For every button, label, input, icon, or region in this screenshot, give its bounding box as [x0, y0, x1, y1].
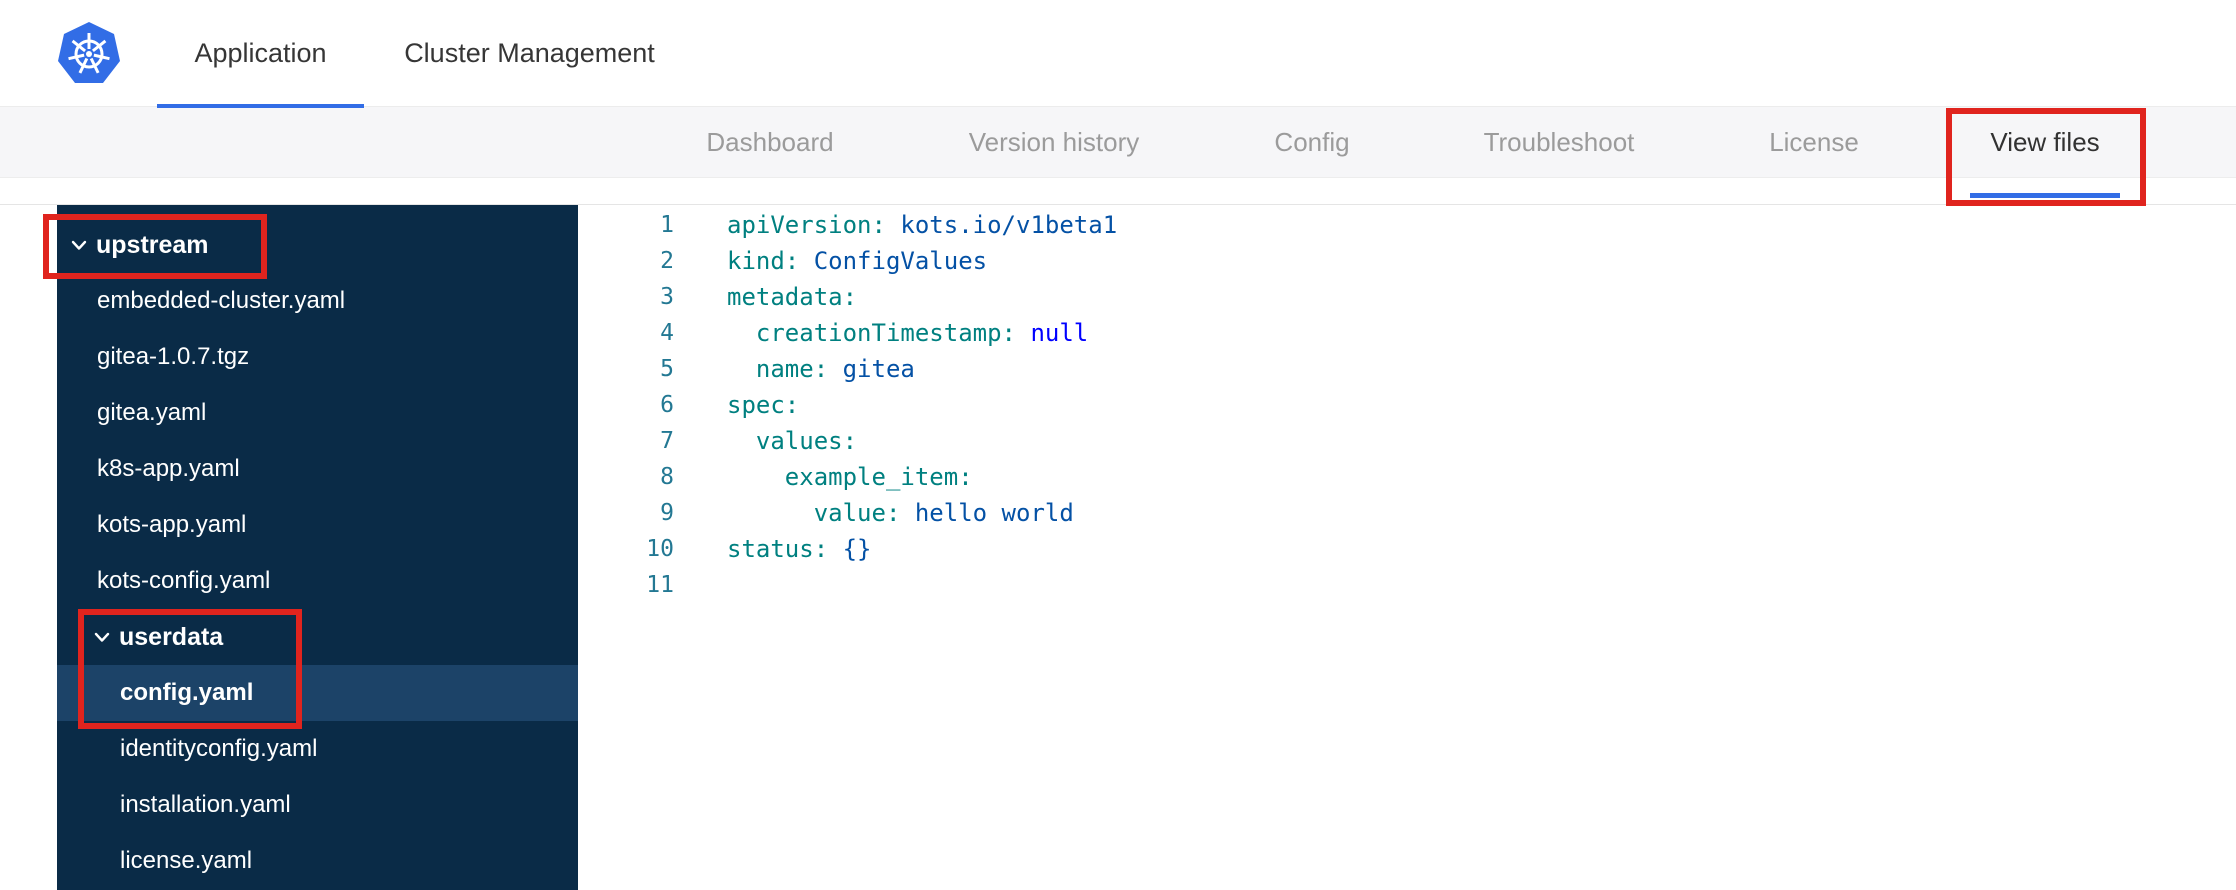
line-number: 2: [660, 248, 674, 274]
code-line: 6 spec:: [578, 387, 2236, 423]
tree-item-label: upstream: [96, 230, 209, 259]
tab-troubleshoot[interactable]: Troubleshoot: [1484, 107, 1635, 178]
file-tree-sidebar: upstream embedded-cluster.yaml gitea-1.0.7…: [57, 205, 578, 890]
tree-file-embedded-cluster.yaml[interactable]: embedded-cluster.yaml: [57, 273, 578, 329]
line-number: 8: [660, 464, 674, 490]
chevron-down-icon: [94, 632, 110, 642]
tree-folder-userdata[interactable]: userdata: [57, 609, 578, 665]
view-files-active-underline: [1970, 193, 2120, 198]
code-text: values:: [755, 427, 858, 455]
tree-item-label: gitea.yaml: [97, 399, 207, 426]
tree-item-label: userdata: [119, 622, 224, 651]
tree-file-config.yaml[interactable]: config.yaml: [57, 665, 578, 721]
code-line: 10 status: {}: [578, 531, 2236, 567]
top-header: Application Cluster Management: [0, 0, 2236, 108]
tree-file-kots-config.yaml[interactable]: kots-config.yaml: [57, 553, 578, 609]
line-number: 11: [646, 572, 674, 598]
tree-item-label: gitea-1.0.7.tgz: [97, 343, 250, 370]
code-line: 3 metadata:: [578, 279, 2236, 315]
code-line: 4 creationTimestamp: null: [578, 315, 2236, 351]
line-number: 9: [660, 500, 674, 526]
code-text: creationTimestamp: null: [755, 319, 1089, 347]
app-subnav: Dashboard Version history Config Trouble…: [0, 107, 2236, 178]
line-number: 1: [660, 212, 674, 238]
tree-item-label: installation.yaml: [120, 791, 291, 818]
line-number: 5: [660, 356, 674, 382]
tab-license[interactable]: License: [1769, 107, 1859, 178]
chevron-down-icon: [71, 240, 87, 250]
file-tree: upstream embedded-cluster.yaml gitea-1.0.7…: [57, 205, 578, 889]
code-text: value: hello world: [813, 499, 1074, 527]
line-number: 10: [646, 536, 674, 562]
code-line: 8 example_item:: [578, 459, 2236, 495]
tree-file-kots-app.yaml[interactable]: kots-app.yaml: [57, 497, 578, 553]
code-text: name: gitea: [755, 355, 915, 383]
code-text: metadata:: [727, 283, 858, 311]
tree-file-k8s-app.yaml[interactable]: k8s-app.yaml: [57, 441, 578, 497]
tab-application[interactable]: Application: [157, 0, 364, 108]
tab-cluster-management[interactable]: Cluster Management: [394, 0, 665, 107]
code-text: spec:: [727, 391, 800, 419]
code-text: status: {}: [727, 535, 872, 563]
code-text: apiVersion: kots.io/v1beta1: [727, 211, 1118, 239]
tree-file-identityconfig.yaml[interactable]: identityconfig.yaml: [57, 721, 578, 777]
kubernetes-logo-icon: [57, 21, 121, 85]
code-line: 1 apiVersion: kots.io/v1beta1: [578, 207, 2236, 243]
tab-dashboard[interactable]: Dashboard: [706, 107, 833, 178]
code-line: 5 name: gitea: [578, 351, 2236, 387]
code-text: example_item:: [784, 463, 973, 491]
tree-item-label: license.yaml: [120, 847, 253, 874]
kots-admin-console: Application Cluster Management Dashboard…: [0, 0, 2236, 890]
line-number: 3: [660, 284, 674, 310]
tree-item-label: config.yaml: [120, 679, 254, 706]
code-line: 7 values:: [578, 423, 2236, 459]
tab-config[interactable]: Config: [1274, 107, 1349, 178]
tree-item-label: embedded-cluster.yaml: [97, 287, 346, 314]
yaml-file-viewer[interactable]: 1 apiVersion: kots.io/v1beta1 2 kind: Confi…: [578, 205, 2236, 890]
line-number: 7: [660, 428, 674, 454]
tree-file-gitea.yaml[interactable]: gitea.yaml: [57, 385, 578, 441]
code-line: 9 value: hello world: [578, 495, 2236, 531]
tab-version-history[interactable]: Version history: [969, 107, 1140, 178]
code-line: 2 kind: ConfigValues: [578, 243, 2236, 279]
tree-file-gitea-1.0.7.tgz[interactable]: gitea-1.0.7.tgz: [57, 329, 578, 385]
code-text: kind: ConfigValues: [727, 247, 988, 275]
tree-item-label: k8s-app.yaml: [97, 455, 240, 482]
code-line: 11: [578, 567, 2236, 603]
tree-file-installation.yaml[interactable]: installation.yaml: [57, 777, 578, 833]
line-number: 4: [660, 320, 674, 346]
tree-folder-upstream[interactable]: upstream: [57, 217, 578, 273]
tab-view-files[interactable]: View files: [1990, 107, 2099, 178]
tree-item-label: kots-config.yaml: [97, 567, 271, 594]
tree-file-license.yaml[interactable]: license.yaml: [57, 833, 578, 889]
line-number: 6: [660, 392, 674, 418]
tree-item-label: kots-app.yaml: [97, 511, 247, 538]
tree-item-label: identityconfig.yaml: [120, 735, 318, 762]
